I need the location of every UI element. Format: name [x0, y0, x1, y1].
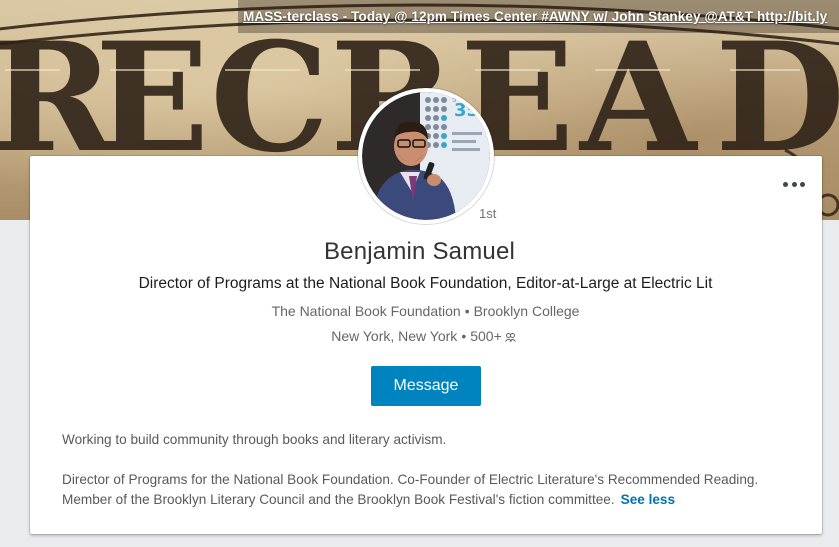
organization-link[interactable]: The National Book Foundation — [272, 303, 461, 319]
separator-dot: • — [461, 328, 467, 344]
banner-ticker-text[interactable]: MASS-terclass - Today @ 12pm Times Cente… — [243, 9, 827, 24]
avatar-photo: 35 5 UNDER — [362, 92, 490, 220]
summary-paragraph-2: Director of Programs for the National Bo… — [62, 470, 802, 510]
more-dot — [800, 181, 805, 187]
profile-headline: Director of Programs at the National Boo… — [138, 275, 713, 292]
summary-paragraph-1: Working to build community through books… — [62, 432, 447, 447]
see-less-link[interactable]: See less — [621, 492, 675, 507]
connection-degree: 1st — [479, 206, 497, 221]
connections-count[interactable]: 500+ — [470, 328, 502, 344]
profile-location-line: New York, New York • 500+ — [0, 328, 839, 345]
school-link[interactable]: Brooklyn College — [474, 303, 580, 319]
more-dot — [791, 181, 797, 187]
location: New York, New York — [331, 328, 458, 344]
more-actions-icon[interactable] — [783, 178, 805, 190]
profile-name: Benjamin Samuel — [323, 238, 516, 265]
avatar[interactable]: 35 5 UNDER — [358, 88, 494, 224]
more-dot — [783, 181, 788, 187]
message-button[interactable]: Message — [371, 366, 481, 406]
people-icon — [504, 329, 516, 345]
separator-dot: • — [464, 303, 470, 319]
profile-org-line: The National Book Foundation • Brooklyn Co… — [0, 303, 839, 319]
